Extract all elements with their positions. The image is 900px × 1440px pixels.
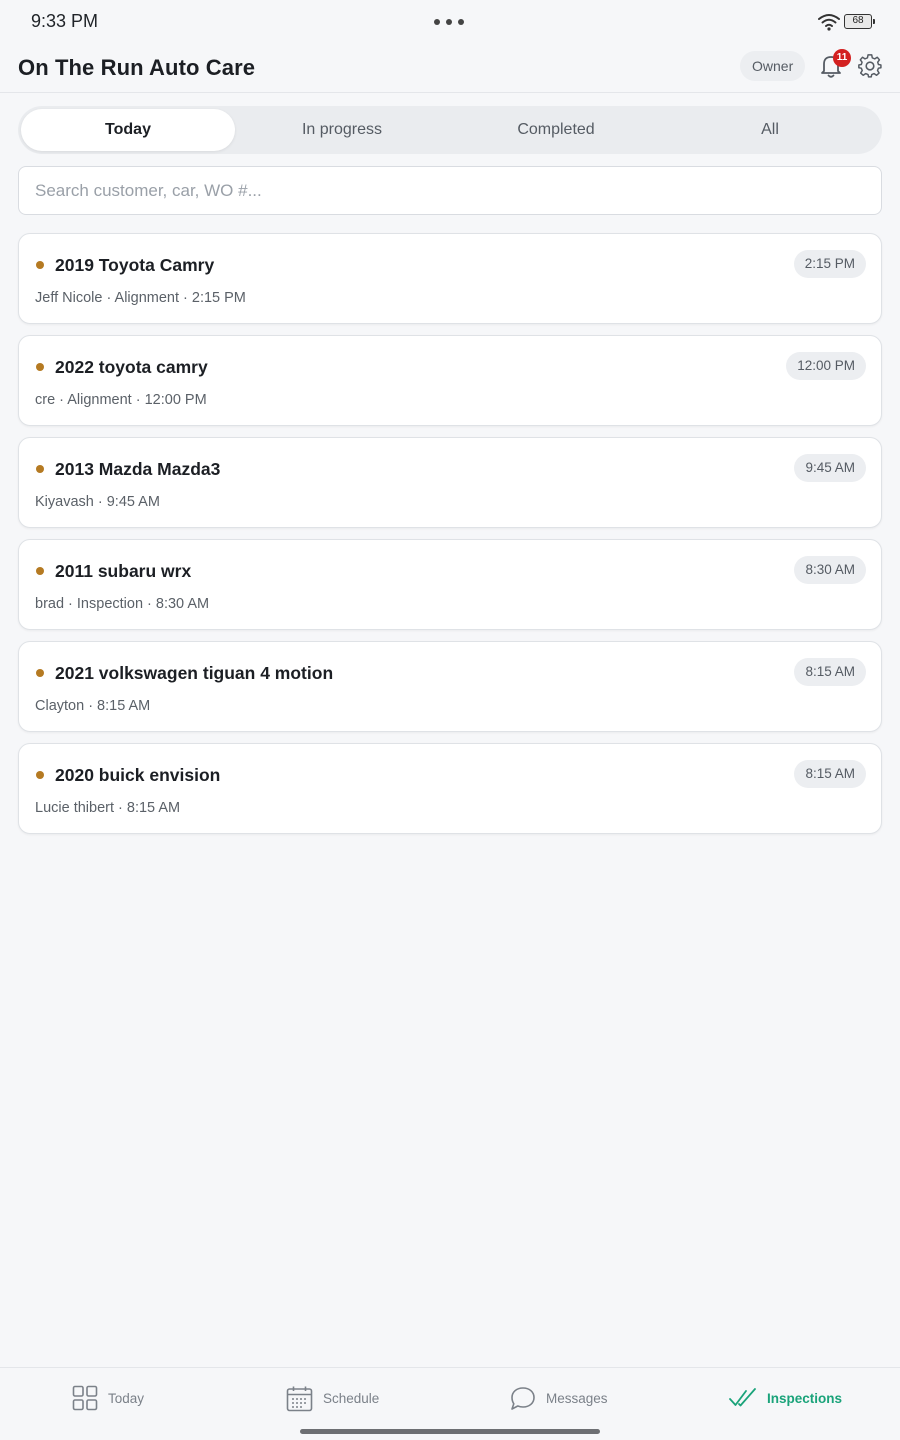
time-badge: 9:45 AM	[794, 454, 866, 482]
vehicle-name: 2020 buick envision	[55, 765, 221, 785]
grid-icon	[72, 1385, 98, 1411]
battery-icon: 68	[844, 14, 875, 29]
role-badge[interactable]: Owner	[740, 51, 806, 81]
calendar-icon	[286, 1386, 313, 1411]
app-header: On The Run Auto Care Owner 11	[0, 44, 900, 93]
nav-today[interactable]: Today	[72, 1383, 144, 1413]
appointment-card[interactable]: 2013 Mazda Mazda3 Kiyavash · 9:45 AM 9:4…	[18, 437, 882, 528]
appointment-details: Kiyavash · 9:45 AM	[35, 494, 160, 510]
filter-tabs: Today In progress Completed All	[18, 106, 882, 154]
appointment-details: brad · Inspection · 8:30 AM	[35, 596, 210, 612]
notification-badge: 11	[833, 49, 851, 67]
status-bar: 9:33 PM 68	[0, 0, 900, 44]
home-indicator[interactable]	[300, 1429, 600, 1434]
more-dots-icon[interactable]	[434, 19, 464, 25]
search-input[interactable]	[18, 166, 882, 215]
appointment-card[interactable]: 2020 buick envision Lucie thibert · 8:15…	[18, 743, 882, 834]
appointment-details: Clayton · 8:15 AM	[35, 698, 151, 714]
appointment-card[interactable]: 2011 subaru wrx brad · Inspection · 8:30…	[18, 539, 882, 630]
time-badge: 8:30 AM	[794, 556, 866, 584]
status-time: 9:33 PM	[31, 11, 99, 31]
vehicle-name: 2013 Mazda Mazda3	[55, 459, 221, 479]
wifi-icon	[818, 14, 840, 31]
nav-today-label: Today	[108, 1390, 145, 1406]
appointment-details: Lucie thibert · 8:15 AM	[35, 800, 181, 816]
status-dot	[36, 771, 44, 779]
tab-today[interactable]: Today	[21, 109, 235, 151]
chat-icon	[511, 1386, 535, 1410]
vehicle-name: 2022 toyota camry	[55, 357, 208, 377]
appointment-list: 2019 Toyota Camry Jeff Nicole · Alignmen…	[18, 233, 882, 845]
nav-schedule-label: Schedule	[323, 1390, 380, 1406]
appointment-card[interactable]: 2022 toyota camry cre · Alignment · 12:0…	[18, 335, 882, 426]
tab-completed[interactable]: Completed	[449, 109, 663, 151]
nav-inspections[interactable]: Inspections	[729, 1383, 842, 1413]
nav-schedule[interactable]: Schedule	[286, 1383, 379, 1413]
nav-inspections-label: Inspections	[767, 1390, 843, 1406]
time-badge: 12:00 PM	[786, 352, 866, 380]
time-badge: 8:15 AM	[794, 760, 866, 788]
time-badge: 2:15 PM	[793, 250, 866, 278]
appointment-card[interactable]: 2019 Toyota Camry Jeff Nicole · Alignmen…	[18, 233, 882, 324]
appointment-card[interactable]: 2021 volkswagen tiguan 4 motion Clayton …	[18, 641, 882, 732]
tab-all[interactable]: All	[663, 109, 877, 151]
status-dot	[36, 261, 44, 269]
vehicle-name: 2019 Toyota Camry	[55, 255, 215, 275]
status-dot	[36, 363, 44, 371]
nav-messages-label: Messages	[546, 1390, 608, 1406]
vehicle-name: 2011 subaru wrx	[55, 561, 192, 581]
status-dot	[36, 669, 44, 677]
tab-in-progress[interactable]: In progress	[235, 109, 449, 151]
page-title: On The Run Auto Care	[18, 55, 256, 80]
time-badge: 8:15 AM	[794, 658, 866, 686]
double-check-icon	[729, 1388, 756, 1407]
appointment-details: cre · Alignment · 12:00 PM	[35, 392, 207, 408]
status-dot	[36, 567, 44, 575]
status-dot	[36, 465, 44, 473]
appointment-details: Jeff Nicole · Alignment · 2:15 PM	[35, 290, 246, 306]
nav-messages[interactable]: Messages	[509, 1383, 608, 1413]
gear-icon[interactable]	[857, 53, 883, 79]
vehicle-name: 2021 volkswagen tiguan 4 motion	[55, 663, 334, 683]
